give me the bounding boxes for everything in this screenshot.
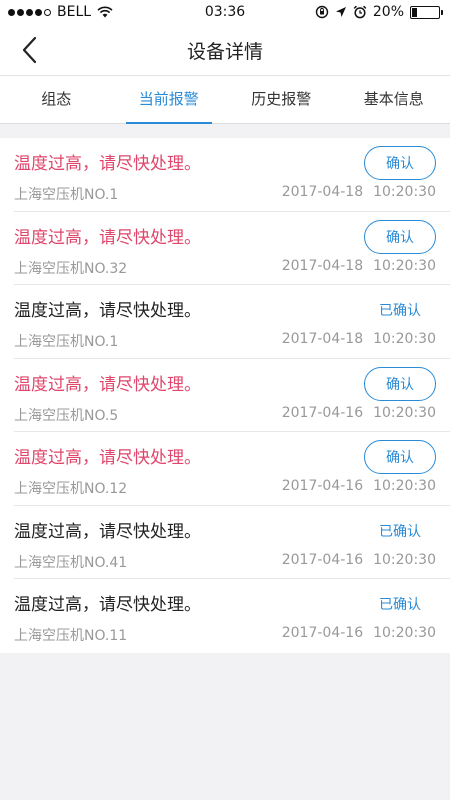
- alarm-date: 2017-04-18: [281, 257, 364, 274]
- alarm-device: 上海空压机NO.11: [14, 628, 128, 644]
- alarm-date: 2017-04-18: [281, 331, 364, 347]
- confirm-button[interactable]: 确认: [364, 219, 436, 254]
- tab-bar: 组态 当前报警 历史报警 基本信息: [0, 76, 450, 124]
- alarm-message: 温度过高，请尽快处理。: [14, 595, 201, 615]
- alarm-datetime: 2017-04-18 10:20:30: [282, 331, 436, 347]
- alarm-date: 2017-04-18: [281, 184, 364, 200]
- alarm-device: 上海空压机NO.12: [14, 481, 128, 497]
- alarm-time: 10:20:30: [373, 257, 436, 274]
- status-bar: BELL 03:36 20%: [0, 0, 450, 24]
- confirm-button-label: 确认: [386, 156, 414, 172]
- tab-label: 当前报警: [138, 90, 199, 108]
- tab-current-alarms[interactable]: 当前报警: [113, 76, 226, 124]
- alarm-item: 温度过高，请尽快处理。 确认 上海空压机NO.12 2017-04-16 10:2…: [14, 432, 450, 506]
- alarm-date: 2017-04-16: [281, 551, 364, 568]
- tab-label: 历史报警: [251, 90, 312, 108]
- confirmed-status-label: 已确认: [379, 597, 421, 613]
- alarm-time: 10:20:30: [373, 551, 436, 568]
- alarm-time: 10:20:30: [373, 478, 436, 494]
- alarm-item: 温度过高，请尽快处理。 已确认 上海空压机NO.1 2017-04-18 10:2…: [14, 285, 450, 359]
- alarm-message: 温度过高，请尽快处理。: [14, 154, 201, 174]
- alarm-time: 10:20:30: [373, 625, 436, 641]
- alarm-item: 温度过高，请尽快处理。 确认 上海空压机NO.32 2017-04-18 10:2…: [14, 212, 450, 285]
- alarm-message: 温度过高，请尽快处理。: [14, 227, 201, 248]
- alarm-list: 温度过高，请尽快处理。 确认 上海空压机NO.1 2017-04-18 10:20…: [0, 138, 450, 653]
- alarm-datetime: 2017-04-18 10:20:30: [282, 184, 436, 200]
- alarm-date: 2017-04-16: [281, 625, 364, 641]
- confirm-button[interactable]: 确认: [364, 440, 436, 474]
- alarm-date: 2017-04-16: [281, 404, 364, 421]
- confirm-button-label: 确认: [386, 450, 414, 466]
- alarm-datetime: 2017-04-16 10:20:30: [282, 625, 436, 641]
- alarm-datetime: 2017-04-16 10:20:30: [282, 405, 436, 421]
- alarm-item: 温度过高，请尽快处理。 已确认 上海空压机NO.41 2017-04-16 10:…: [14, 506, 450, 579]
- confirm-button[interactable]: 确认: [364, 146, 436, 180]
- confirm-button[interactable]: 确认: [364, 366, 436, 401]
- orientation-lock-icon: [315, 5, 329, 19]
- confirm-button-label: 确认: [386, 229, 414, 246]
- alarm-clock-icon: [353, 5, 367, 19]
- alarm-time: 10:20:30: [373, 184, 436, 200]
- alarm-message: 温度过高，请尽快处理。: [14, 521, 201, 542]
- alarm-datetime: 2017-04-16 10:20:30: [282, 552, 436, 568]
- confirm-button-label: 确认: [386, 376, 414, 393]
- status-right: 20%: [315, 4, 443, 20]
- alarm-device: 上海空压机NO.1: [14, 334, 119, 350]
- alarm-device: 上海空压机NO.1: [14, 187, 119, 203]
- tab-history-alarms[interactable]: 历史报警: [225, 76, 338, 123]
- tab-label: 基本信息: [363, 90, 424, 108]
- alarm-datetime: 2017-04-16 10:20:30: [282, 478, 436, 494]
- battery-percent: 20%: [372, 4, 404, 20]
- alarm-item: 温度过高，请尽快处理。 确认 上海空压机NO.5 2017-04-16 10:20…: [14, 359, 450, 432]
- tab-config[interactable]: 组态: [0, 76, 113, 123]
- alarm-message: 温度过高，请尽快处理。: [14, 448, 201, 468]
- alarm-time: 10:20:30: [373, 331, 436, 347]
- page-title: 设备详情: [186, 41, 263, 63]
- alarm-device: 上海空压机NO.32: [14, 260, 128, 277]
- tab-label: 组态: [41, 90, 72, 108]
- location-arrow-icon: [335, 7, 346, 17]
- alarm-date: 2017-04-16: [281, 478, 364, 494]
- alarm-message: 温度过高，请尽快处理。: [14, 301, 201, 321]
- nav-bar: 设备详情: [0, 24, 450, 76]
- confirmed-status-label: 已确认: [379, 303, 421, 319]
- alarm-item: 温度过高，请尽快处理。 确认 上海空压机NO.1 2017-04-18 10:20…: [14, 138, 450, 212]
- alarm-time: 10:20:30: [373, 404, 436, 421]
- alarm-item: 温度过高，请尽快处理。 已确认 上海空压机NO.11 2017-04-16 10:…: [14, 579, 450, 653]
- confirmed-status-label: 已确认: [379, 523, 421, 540]
- tab-basic-info[interactable]: 基本信息: [338, 76, 450, 123]
- alarm-device: 上海空压机NO.41: [14, 554, 128, 571]
- alarm-datetime: 2017-04-18 10:20:30: [282, 258, 436, 274]
- alarm-message: 温度过高，请尽快处理。: [14, 374, 201, 395]
- alarm-device: 上海空压机NO.5: [14, 407, 119, 424]
- battery-icon: [410, 5, 443, 19]
